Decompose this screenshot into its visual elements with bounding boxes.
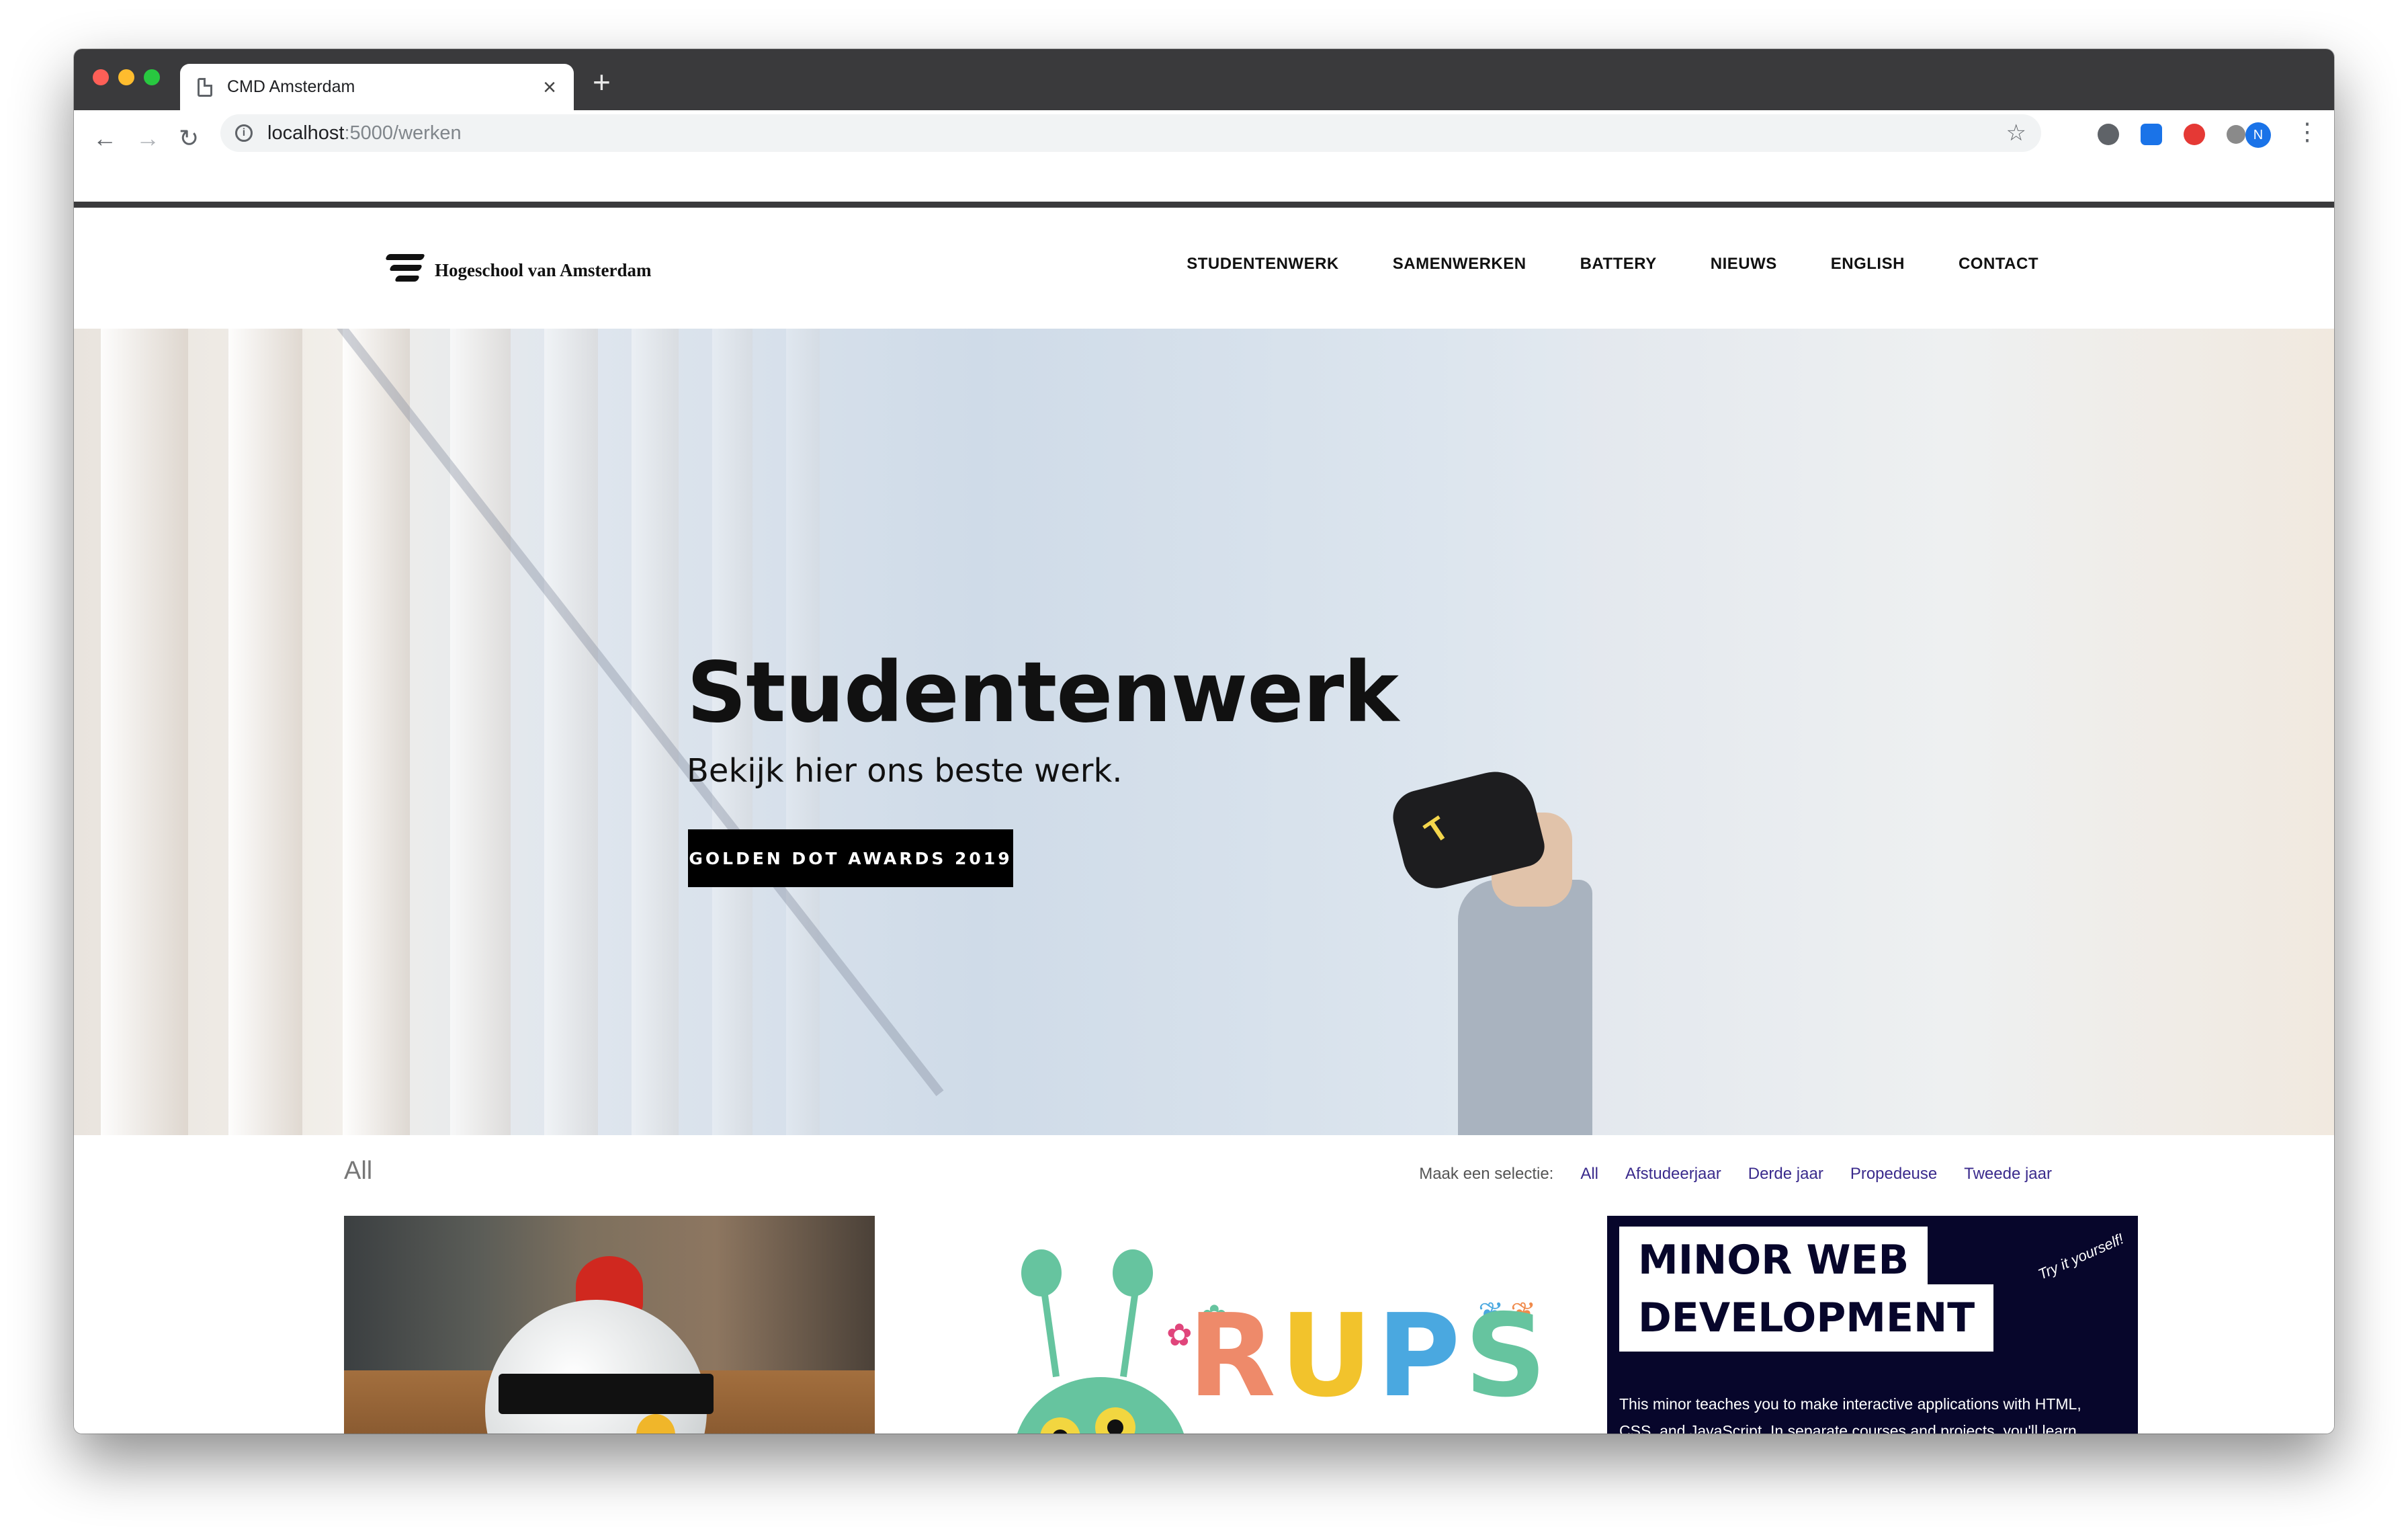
pixel-sunglasses-image (499, 1374, 714, 1414)
extension-s-icon[interactable] (2141, 124, 2162, 145)
profile-avatar[interactable]: N (2245, 122, 2271, 148)
site-logo[interactable]: Hogeschool van Amsterdam (384, 251, 652, 289)
rupsie-logo: R U P S i e (1188, 1290, 1544, 1423)
info-icon[interactable]: i (235, 124, 253, 142)
tab-close-icon[interactable]: × (543, 76, 556, 99)
filter-label: Maak een selectie: (1419, 1165, 1554, 1183)
url-path: :5000/werken (344, 122, 462, 144)
minor-description: This minor teaches you to make interacti… (1619, 1395, 2081, 1434)
filter-row: All Maak een selectie: All Afstudeerjaar… (74, 1135, 2334, 1229)
vr-headset-person-image: T (1387, 763, 1592, 1135)
tab-title: CMD Amsterdam (227, 77, 355, 96)
extension-shield-icon[interactable] (2184, 124, 2205, 145)
project-cards: ✿ ✿ ❦ ❦ ✿ R U P S i e DEVELOPMENT MINOR … (74, 1216, 2334, 1434)
browser-menu-icon[interactable]: ⋮ (2295, 120, 2319, 144)
bookmark-star-icon[interactable]: ☆ (2006, 120, 2026, 147)
hva-logo-icon (384, 251, 426, 289)
close-window-button[interactable] (93, 69, 109, 85)
logo-text: Hogeschool van Amsterdam (435, 259, 652, 280)
address-bar[interactable]: i localhost :5000/werken ☆ (220, 114, 2041, 152)
zoom-window-button[interactable] (144, 69, 160, 85)
filter-bar: Maak een selectie: All Afstudeerjaar Der… (1419, 1165, 2052, 1184)
browser-window: CMD Amsterdam × + ← → ↻ i localhost :500… (74, 49, 2334, 1434)
golden-dot-awards-button[interactable]: GOLDEN DOT AWARDS 2019 (688, 829, 1013, 887)
nav-studentenwerk[interactable]: STUDENTENWERK (1187, 255, 1339, 274)
nav-contact[interactable]: CONTACT (1959, 255, 2038, 274)
minimize-window-button[interactable] (118, 69, 134, 85)
web-page: Hogeschool van Amsterdam STUDENTENWERK S… (74, 208, 2334, 1434)
browser-toolbar: ← → ↻ i localhost :5000/werken ☆ N ⋮ (74, 110, 2334, 208)
project-card-minor-web[interactable]: DEVELOPMENT MINOR WEB Try it yourself! T… (1607, 1216, 2138, 1434)
filter-tweede-jaar[interactable]: Tweede jaar (1964, 1165, 2052, 1184)
extension-globe-icon[interactable] (2098, 124, 2119, 145)
hero-wall (1580, 329, 2334, 1135)
nav-english[interactable]: ENGLISH (1831, 255, 1905, 274)
nav-battery[interactable]: BATTERY (1580, 255, 1657, 274)
new-tab-button[interactable]: + (593, 67, 611, 97)
filter-all[interactable]: All (1580, 1165, 1598, 1184)
forward-arrow-icon[interactable]: → (136, 126, 160, 151)
filter-heading: All (344, 1157, 373, 1185)
filter-afstudeerjaar[interactable]: Afstudeerjaar (1625, 1165, 1721, 1184)
nav-samenwerken[interactable]: SAMENWERKEN (1393, 255, 1526, 274)
filter-propedeuse[interactable]: Propedeuse (1850, 1165, 1937, 1184)
reload-icon[interactable]: ↻ (179, 126, 199, 151)
hero-subtitle: Bekijk hier ons beste werk. (687, 752, 1123, 790)
extension-gear-icon[interactable] (2227, 125, 2245, 144)
filter-derde-jaar[interactable]: Derde jaar (1748, 1165, 1823, 1184)
headset-logo: T (1418, 810, 1455, 851)
page-icon (198, 77, 212, 97)
project-card-rupsie[interactable]: ✿ ✿ ❦ ❦ ✿ R U P S i e (1013, 1216, 1544, 1434)
hero-title: Studentenwerk (687, 645, 1399, 741)
toolbar-divider (74, 202, 2334, 208)
project-card-chicken[interactable] (344, 1216, 875, 1434)
browser-tab[interactable]: CMD Amsterdam × (180, 64, 574, 110)
main-nav: STUDENTENWERK SAMENWERKEN BATTERY NIEUWS… (1187, 255, 2038, 274)
minor-title-line2: DEVELOPMENT (1619, 1284, 1994, 1352)
url-host: localhost (267, 122, 345, 144)
hero-section: T Studentenwerk Bekijk hier ons beste we… (74, 329, 2334, 1135)
minor-tagline: Try it yourself! (2036, 1230, 2126, 1283)
site-header: Hogeschool van Amsterdam STUDENTENWERK S… (74, 208, 2334, 329)
nav-nieuws[interactable]: NIEUWS (1711, 255, 1777, 274)
back-arrow-icon[interactable]: ← (93, 126, 117, 151)
minor-title-line1: MINOR WEB (1619, 1227, 1928, 1294)
title-bar: CMD Amsterdam × + (74, 49, 2334, 110)
